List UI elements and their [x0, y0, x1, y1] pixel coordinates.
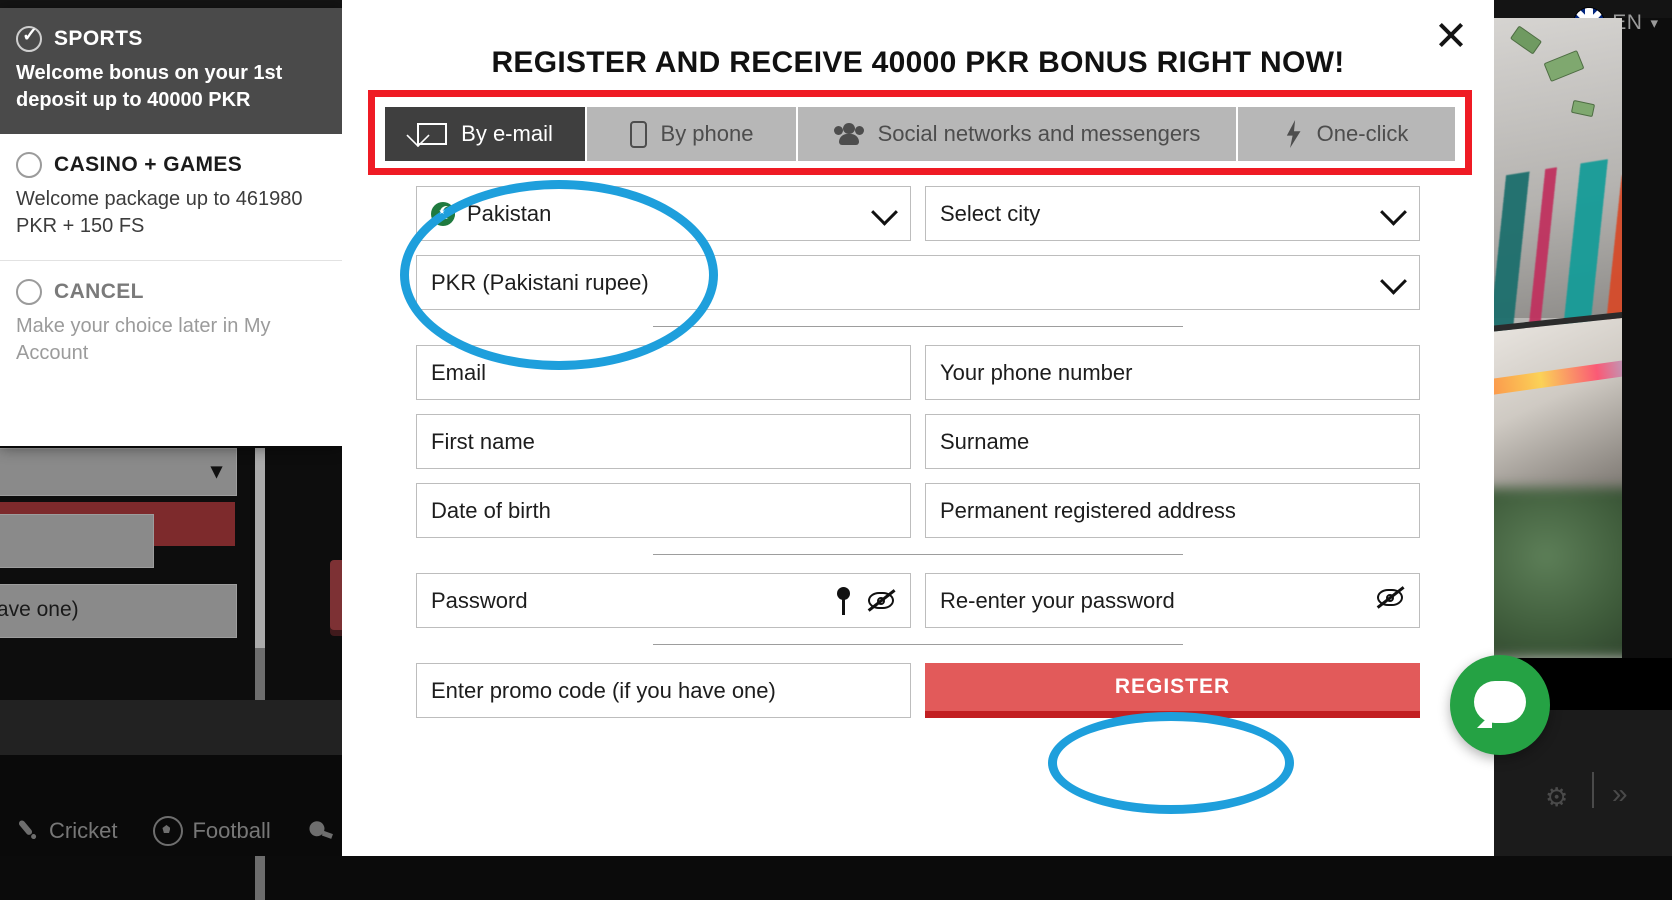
toolbar-divider	[1592, 772, 1594, 808]
currency-select[interactable]: PKR (Pakistani rupee)	[416, 255, 1420, 310]
bonus-option-sports[interactable]: SPORTS Welcome bonus on your 1st deposit…	[0, 8, 342, 134]
key-icon[interactable]	[837, 586, 850, 615]
radio-unchecked-icon[interactable]	[16, 279, 42, 305]
bonus-option-sports-title: SPORTS	[54, 27, 143, 50]
background-nav-spacer	[0, 700, 342, 755]
radio-unchecked-icon[interactable]	[16, 152, 42, 178]
city-select[interactable]: Select city	[925, 186, 1420, 241]
name-row: First name Surname	[416, 414, 1420, 469]
section-divider	[653, 326, 1183, 327]
chevron-down-icon: ▾	[210, 458, 222, 483]
email-phone-row: Email Your phone number	[416, 345, 1420, 400]
password-confirm-placeholder: Re-enter your password	[940, 587, 1175, 613]
nav-item-table-tennis[interactable]	[307, 818, 342, 844]
chat-widget-button[interactable]	[1450, 655, 1550, 755]
background-registration-form: upee) ▾ de de (if you have one) EGISTER	[0, 448, 240, 688]
promo-register-row: Enter promo code (if you have one) REGIS…	[416, 663, 1420, 718]
nav-item-football-label: Football	[192, 818, 271, 843]
address-input[interactable]: Permanent registered address	[925, 483, 1420, 538]
bonus-selection-popover: SPORTS Welcome bonus on your 1st deposit…	[0, 8, 342, 446]
promo-code-input[interactable]: Enter promo code (if you have one)	[416, 663, 911, 718]
password-row: Password Re-enter your password	[416, 573, 1420, 628]
first-name-input[interactable]: First name	[416, 414, 911, 469]
tab-one-click[interactable]: One-click	[1238, 107, 1455, 161]
bonus-option-casino[interactable]: CASINO + GAMES Welcome package up to 461…	[0, 134, 342, 260]
registration-method-tabs: By e-mail By phone Social networks and m…	[385, 107, 1455, 161]
country-select[interactable]: Pakistan	[416, 186, 911, 241]
email-input[interactable]: Email	[416, 345, 911, 400]
dob-address-row: Date of birth Permanent registered addre…	[416, 483, 1420, 538]
password-input[interactable]: Password	[416, 573, 911, 628]
date-of-birth-input[interactable]: Date of birth	[416, 483, 911, 538]
social-icon	[833, 123, 864, 145]
registration-modal: REGISTER AND RECEIVE 40000 PKR BONUS RIG…	[342, 0, 1494, 856]
cricket-icon	[9, 813, 46, 850]
password-confirm-input[interactable]: Re-enter your password	[925, 573, 1420, 628]
bonus-option-sports-subtitle: Welcome bonus on your 1st deposit up to …	[16, 62, 283, 111]
page-title: REGISTER AND RECEIVE 40000 PKR BONUS RIG…	[491, 46, 1345, 79]
sports-nav-items: Cricket Football	[14, 816, 342, 846]
football-icon	[153, 816, 184, 846]
password-confirm-field-icons	[1375, 585, 1405, 609]
tab-by-phone-label: By phone	[660, 121, 754, 146]
chevron-down-icon	[1380, 267, 1407, 295]
radio-checked-icon[interactable]	[16, 24, 42, 52]
tab-social-networks-label: Social networks and messengers	[877, 121, 1201, 146]
bonus-option-cancel[interactable]: CANCEL Make your choice later in My Acco…	[0, 261, 342, 387]
first-name-placeholder: First name	[431, 428, 535, 454]
bonus-option-casino-subtitle: Welcome package up to 461980 PKR + 150 F…	[16, 188, 303, 237]
chevron-down-icon	[1380, 198, 1407, 226]
bonus-option-cancel-subtitle: Make your choice later in My Account	[16, 315, 271, 364]
chat-bubble-icon	[1474, 681, 1526, 723]
table-tennis-icon	[302, 813, 338, 849]
tab-by-email[interactable]: By e-mail	[385, 107, 587, 161]
surname-placeholder: Surname	[940, 428, 1030, 454]
country-select-value: Pakistan	[467, 200, 552, 226]
nav-item-football[interactable]: Football	[153, 816, 271, 846]
chevron-down-icon	[871, 198, 898, 226]
chevron-double-right-icon[interactable]: »	[1612, 778, 1627, 810]
phone-placeholder: Your phone number	[940, 359, 1133, 385]
eye-off-icon[interactable]	[1375, 585, 1405, 609]
tab-social-networks[interactable]: Social networks and messengers	[798, 107, 1238, 161]
background-promo-placeholder: de (if you have one)	[0, 598, 79, 621]
registration-form: Pakistan Select city PKR (Pakistani rupe…	[416, 186, 1420, 732]
section-divider	[653, 554, 1183, 555]
email-placeholder: Email	[431, 359, 487, 385]
password-field-icons	[837, 586, 896, 615]
date-of-birth-placeholder: Date of birth	[431, 497, 551, 523]
currency-row: PKR (Pakistani rupee)	[416, 255, 1420, 310]
nav-item-cricket-label: Cricket	[49, 818, 118, 843]
country-city-row: Pakistan Select city	[416, 186, 1420, 241]
address-placeholder: Permanent registered address	[940, 497, 1236, 523]
tab-by-phone[interactable]: By phone	[587, 107, 798, 161]
gear-icon[interactable]: ⚙	[1545, 782, 1568, 813]
surname-input[interactable]: Surname	[925, 414, 1420, 469]
background-code-input[interactable]: de	[0, 514, 154, 568]
register-button[interactable]: REGISTER	[925, 663, 1420, 718]
eye-off-icon[interactable]	[866, 588, 896, 612]
bolt-icon	[1286, 120, 1301, 148]
phone-icon	[629, 120, 647, 148]
background-artwork	[1494, 18, 1622, 658]
city-select-value: Select city	[940, 200, 1041, 226]
promo-code-placeholder: Enter promo code (if you have one)	[431, 677, 776, 703]
background-currency-select[interactable]: upee) ▾	[0, 448, 237, 496]
tab-one-click-label: One-click	[1316, 121, 1409, 146]
currency-select-value: PKR (Pakistani rupee)	[431, 269, 649, 295]
bonus-option-cancel-title: CANCEL	[54, 280, 144, 303]
chevron-down-icon: ▾	[1650, 15, 1658, 32]
background-promo-input[interactable]: de (if you have one)	[0, 584, 237, 638]
bonus-option-casino-title: CASINO + GAMES	[54, 153, 243, 176]
section-divider	[653, 644, 1183, 645]
mail-icon	[417, 123, 448, 145]
password-placeholder: Password	[431, 587, 528, 613]
tab-by-email-label: By e-mail	[461, 121, 553, 146]
pakistan-flag-icon	[431, 201, 455, 226]
background-scroll-thumb[interactable]	[255, 448, 265, 648]
phone-input[interactable]: Your phone number	[925, 345, 1420, 400]
nav-item-cricket[interactable]: Cricket	[14, 818, 117, 844]
